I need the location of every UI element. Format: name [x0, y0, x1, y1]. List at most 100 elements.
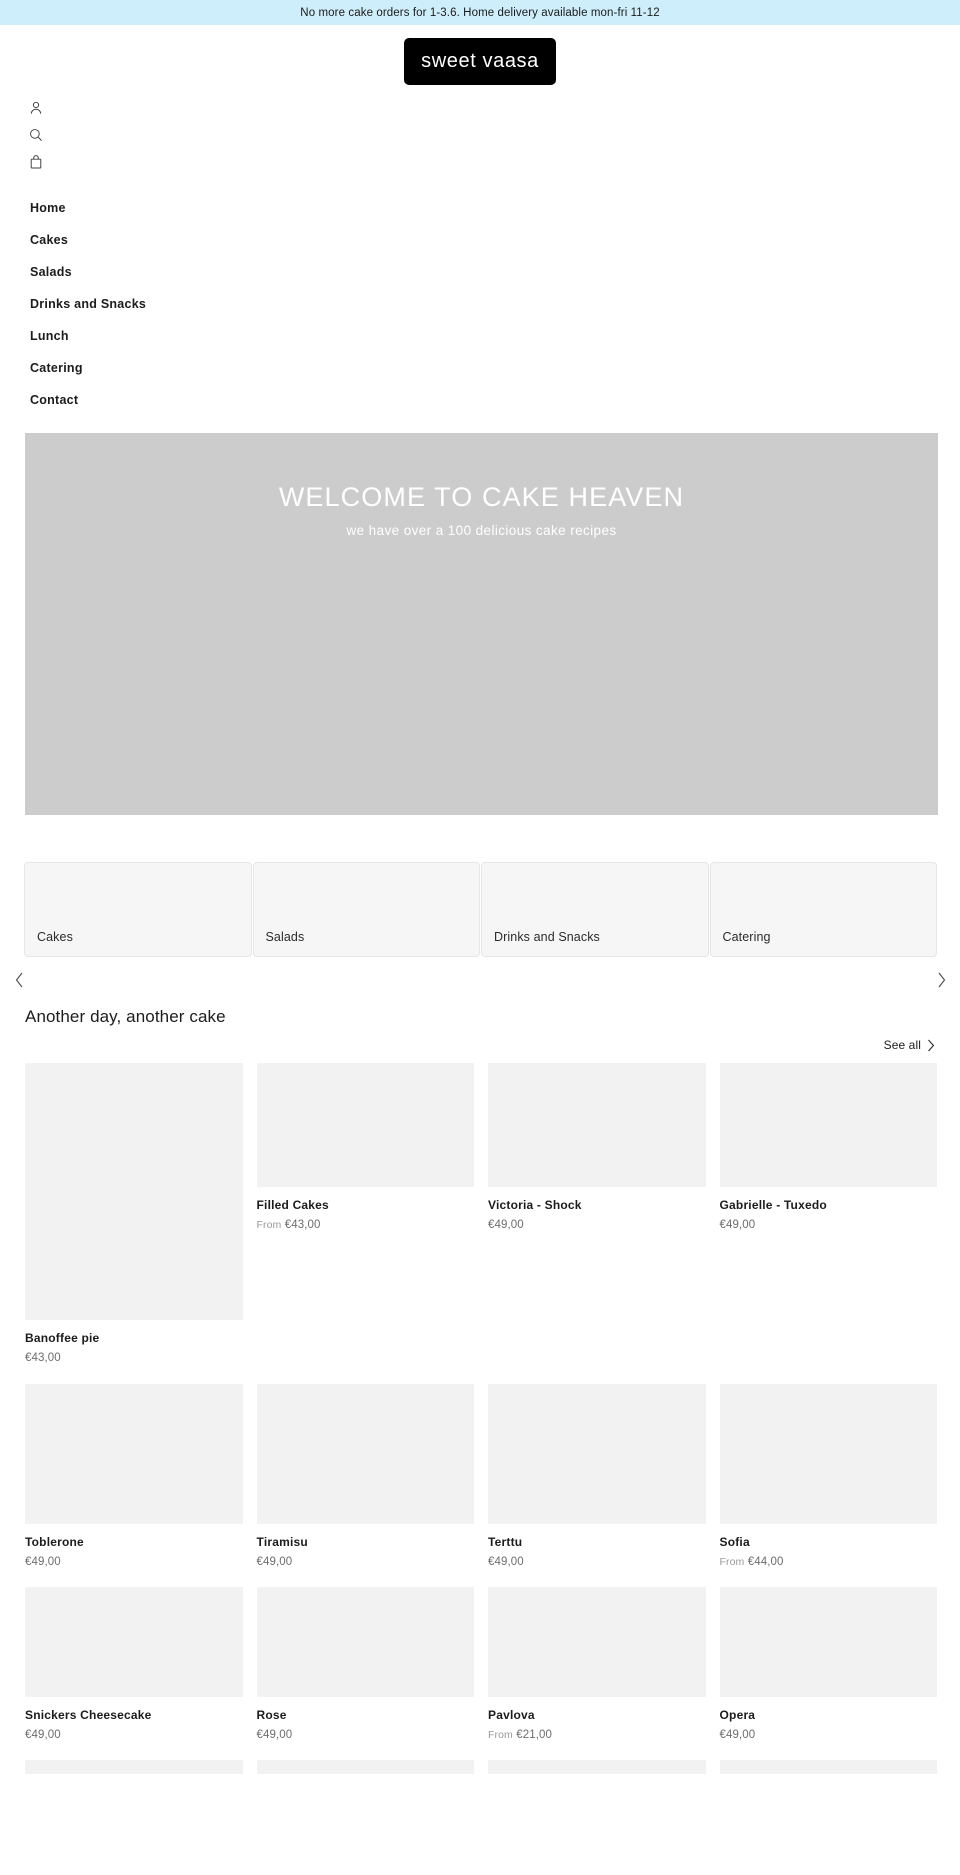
- nav-item-drinks-and-snacks[interactable]: Drinks and Snacks: [0, 288, 960, 320]
- product-card[interactable]: Sofia From €44,00: [719, 1384, 938, 1569]
- product-card[interactable]: Pavlova From €21,00: [488, 1587, 706, 1742]
- product-image: [488, 1063, 706, 1187]
- product-image: [25, 1587, 243, 1697]
- price-prefix: From: [256, 1219, 282, 1231]
- site-logo[interactable]: sweet vaasa: [404, 38, 556, 85]
- category-label: Cakes: [37, 930, 73, 944]
- product-title: Sofia: [719, 1535, 750, 1549]
- product-card[interactable]: Victoria - Shock €49,00: [488, 1063, 706, 1232]
- category-card-drinks-and-snacks[interactable]: Drinks and Snacks: [481, 862, 709, 957]
- product-title: Snickers Cheesecake: [25, 1708, 152, 1722]
- price-value: €49,00: [488, 1219, 524, 1231]
- product-grid-row-4: [0, 1760, 960, 1774]
- product-image: [488, 1760, 706, 1774]
- product-card[interactable]: [256, 1760, 474, 1774]
- product-image: [719, 1587, 937, 1697]
- account-icon[interactable]: [25, 97, 47, 119]
- see-all-link[interactable]: See all: [884, 1038, 935, 1052]
- product-image: [25, 1384, 243, 1524]
- product-card[interactable]: [719, 1760, 937, 1774]
- see-all-label: See all: [883, 1038, 921, 1052]
- product-card[interactable]: Snickers Cheesecake €49,00: [25, 1587, 243, 1742]
- logo-container: sweet vaasa: [0, 38, 960, 85]
- product-title: Rose: [256, 1708, 287, 1722]
- product-title: Gabrielle - Tuxedo: [719, 1198, 827, 1212]
- product-card[interactable]: Opera €49,00: [719, 1587, 937, 1742]
- price-value: €49,00: [488, 1556, 524, 1568]
- product-card[interactable]: [25, 1760, 243, 1774]
- cart-icon[interactable]: [25, 151, 47, 173]
- hero-banner: WELCOME TO CAKE HEAVEN we have over a 10…: [25, 433, 938, 815]
- product-image: [719, 1760, 937, 1774]
- carousel-controls: [0, 967, 960, 993]
- hero-subtitle: we have over a 100 delicious cake recipe…: [346, 523, 617, 538]
- see-all-row: See all: [0, 1038, 960, 1052]
- price-value: €49,00: [719, 1219, 756, 1231]
- price-value: €49,00: [719, 1729, 756, 1741]
- search-icon[interactable]: [25, 124, 47, 146]
- product-price: €49,00: [257, 1728, 475, 1742]
- product-title: Filled Cakes: [256, 1198, 329, 1212]
- header-icon-group: [25, 97, 960, 173]
- product-title: Banoffee pie: [25, 1331, 100, 1345]
- price-value: €49,00: [256, 1729, 293, 1741]
- price-value: €44,00: [747, 1556, 784, 1568]
- product-card[interactable]: Banoffee pie €43,00: [25, 1063, 243, 1365]
- product-price: €43,00: [25, 1351, 243, 1365]
- product-price: €49,00: [488, 1218, 706, 1232]
- product-card[interactable]: Gabrielle - Tuxedo €49,00: [719, 1063, 938, 1232]
- announcement-bar: No more cake orders for 1-3.6. Home deli…: [0, 0, 960, 25]
- price-prefix: From: [488, 1729, 513, 1741]
- nav-item-salads[interactable]: Salads: [0, 256, 960, 288]
- price-value: €49,00: [25, 1556, 61, 1568]
- product-image: [256, 1384, 474, 1524]
- chevron-left-icon[interactable]: [6, 967, 32, 993]
- product-image: [25, 1063, 243, 1320]
- product-price: €49,00: [25, 1555, 243, 1569]
- product-title: Pavlova: [488, 1708, 535, 1722]
- category-card-row: Cakes Salads Drinks and Snacks Catering: [0, 862, 960, 957]
- product-price: €49,00: [720, 1218, 938, 1232]
- product-card[interactable]: Toblerone €49,00: [25, 1384, 243, 1569]
- product-card[interactable]: Terttu €49,00: [488, 1384, 706, 1569]
- chevron-right-icon[interactable]: [928, 967, 954, 993]
- product-image: [488, 1587, 706, 1697]
- main-navigation: Home Cakes Salads Drinks and Snacks Lunc…: [0, 192, 960, 416]
- category-label: Drinks and Snacks: [494, 930, 600, 944]
- price-value: €49,00: [25, 1729, 61, 1741]
- product-image: [256, 1587, 474, 1697]
- nav-item-home[interactable]: Home: [0, 192, 960, 224]
- product-card[interactable]: [488, 1760, 706, 1774]
- price-value: €43,00: [25, 1352, 61, 1364]
- product-title: Terttu: [488, 1535, 523, 1549]
- product-price: From €21,00: [488, 1728, 706, 1742]
- products-section-header: Another day, another cake: [0, 1007, 960, 1027]
- hero-title: WELCOME TO CAKE HEAVEN: [278, 482, 685, 512]
- product-title: Victoria - Shock: [488, 1198, 582, 1212]
- category-card-cakes[interactable]: Cakes: [24, 862, 252, 957]
- product-card[interactable]: Tiramisu €49,00: [256, 1384, 475, 1569]
- product-card[interactable]: Rose €49,00: [256, 1587, 475, 1742]
- price-value: €49,00: [256, 1556, 293, 1568]
- product-price: From €43,00: [257, 1218, 475, 1232]
- price-prefix: From: [719, 1556, 745, 1568]
- nav-item-contact[interactable]: Contact: [0, 384, 960, 416]
- category-card-salads[interactable]: Salads: [252, 862, 480, 957]
- nav-item-catering[interactable]: Catering: [0, 352, 960, 384]
- product-image: [256, 1760, 474, 1774]
- category-card-catering[interactable]: Catering: [709, 862, 937, 957]
- product-grid-row-1: Banoffee pie €43,00 Filled Cakes From €4…: [0, 1063, 960, 1365]
- product-title: Tiramisu: [256, 1535, 308, 1549]
- product-title: Toblerone: [25, 1535, 84, 1549]
- product-price: From €44,00: [720, 1555, 938, 1569]
- chevron-right-icon: [928, 1039, 935, 1051]
- nav-item-lunch[interactable]: Lunch: [0, 320, 960, 352]
- product-price: €49,00: [257, 1555, 475, 1569]
- product-image: [488, 1384, 706, 1524]
- product-price: €49,00: [488, 1555, 706, 1569]
- nav-item-cakes[interactable]: Cakes: [0, 224, 960, 256]
- product-price: €49,00: [25, 1728, 243, 1742]
- product-card[interactable]: Filled Cakes From €43,00: [256, 1063, 475, 1232]
- category-carousel: Cakes Salads Drinks and Snacks Catering: [0, 862, 960, 993]
- price-value: €43,00: [284, 1219, 321, 1231]
